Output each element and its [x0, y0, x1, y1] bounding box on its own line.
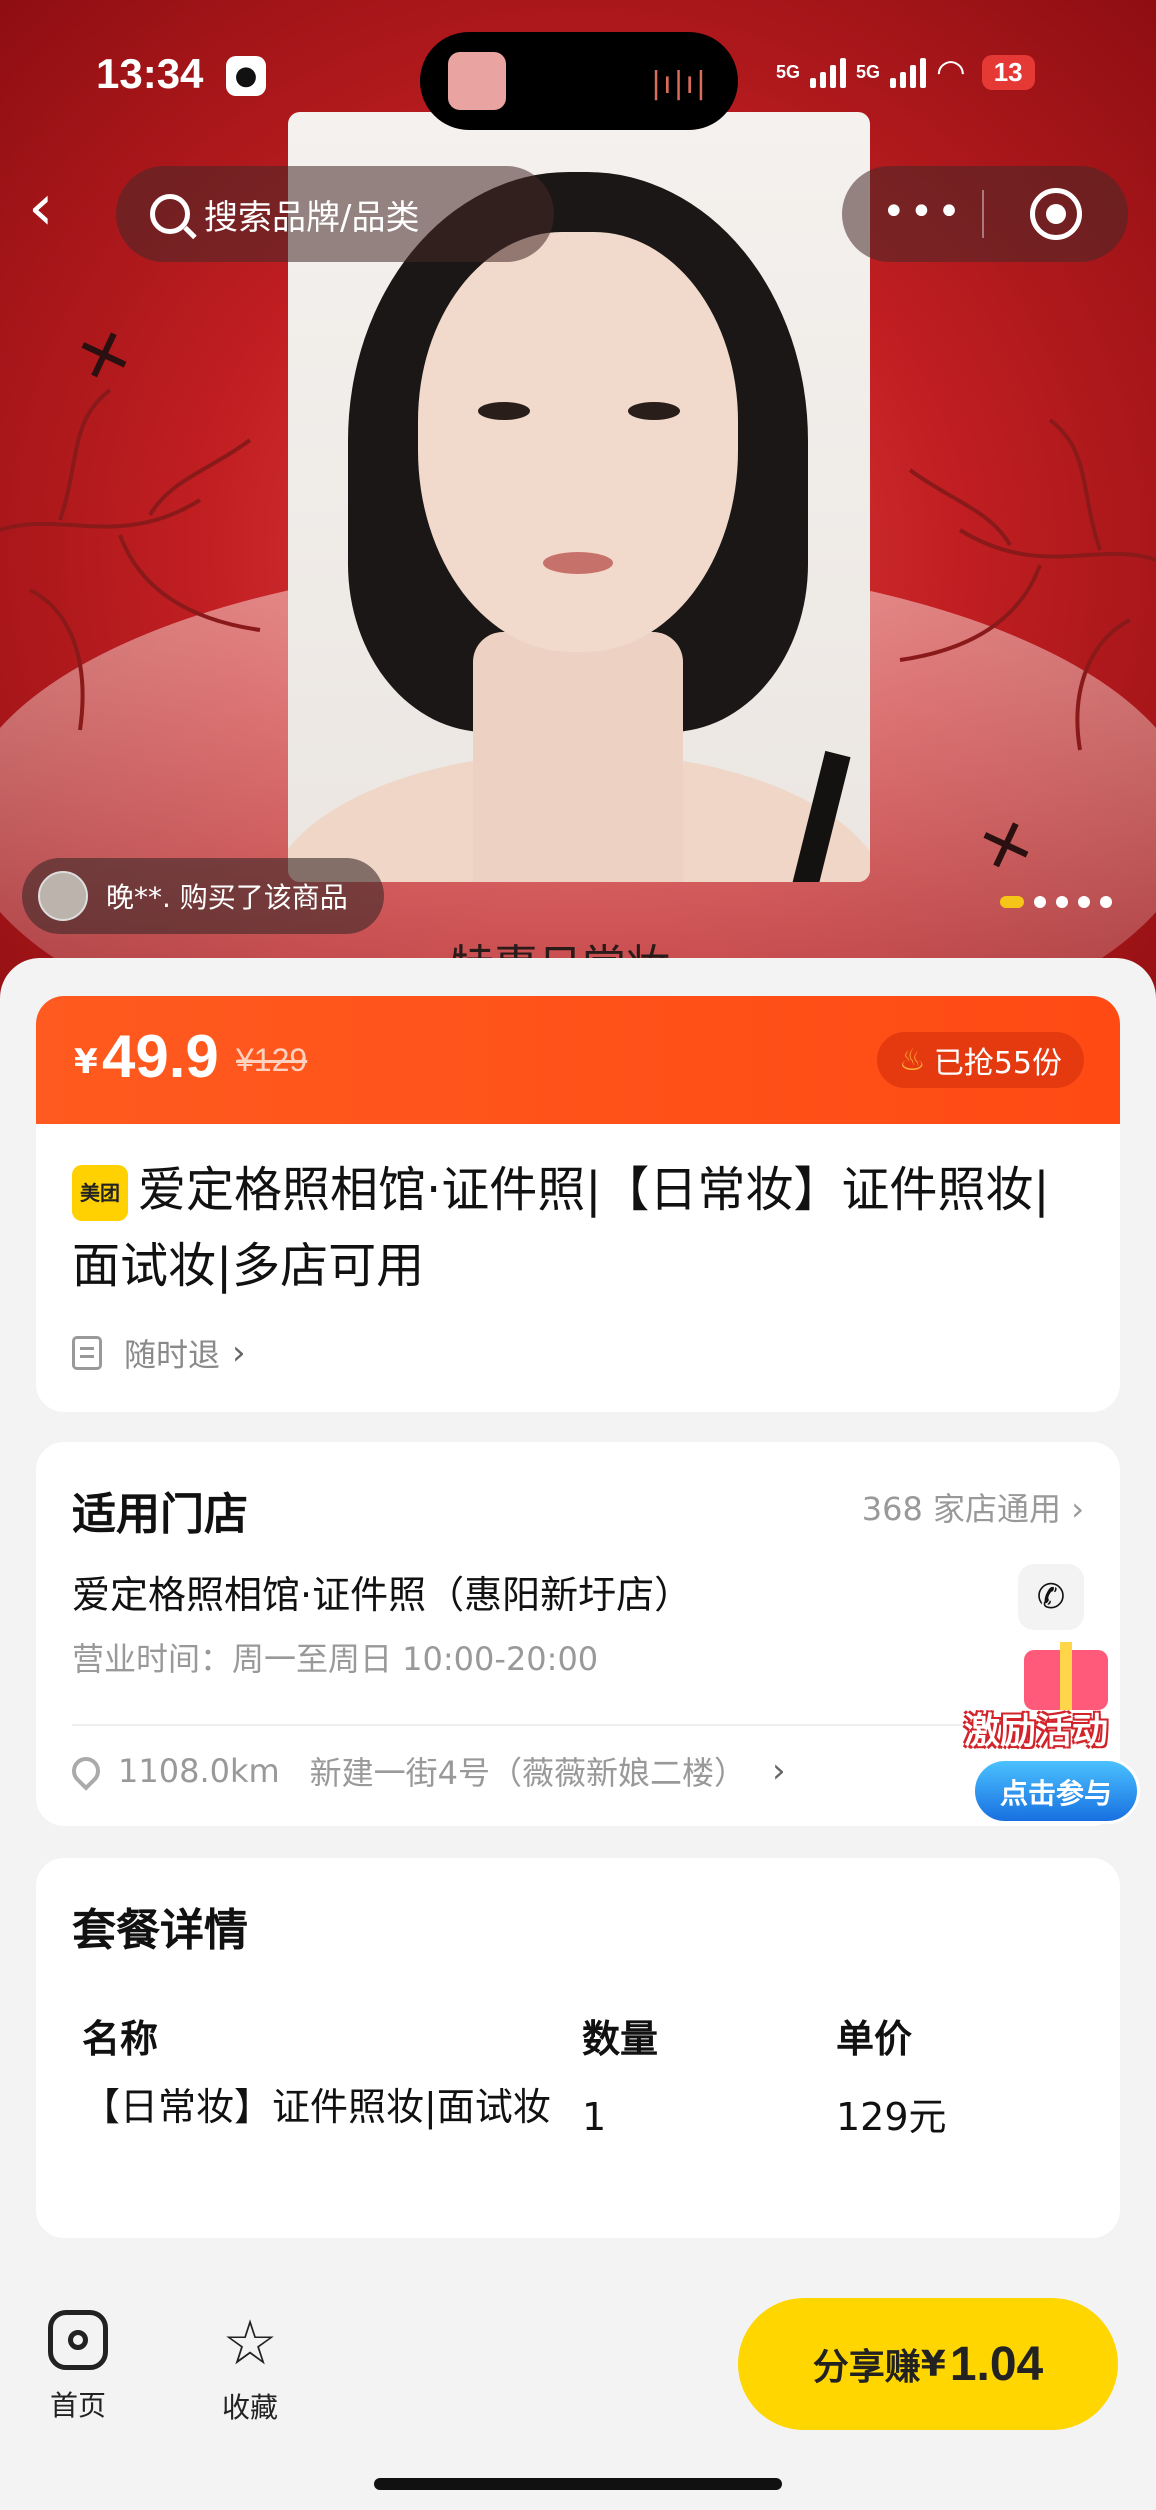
- package-item-qty: 1: [582, 2095, 607, 2139]
- promo-float-widget[interactable]: 激励活动 点击参与: [960, 1642, 1150, 1840]
- home-indicator: [374, 2478, 782, 2490]
- status-time: 13:34: [96, 50, 204, 97]
- store-name[interactable]: 爱定格照相馆·证件照（惠阳新圩店）: [72, 1564, 692, 1619]
- share-earn-button[interactable]: 分享赚 ¥ 1.04: [738, 2298, 1118, 2430]
- flame-icon: ♨: [898, 1042, 926, 1078]
- app-thumbnail-icon: [448, 52, 506, 110]
- package-card: 套餐详情 名称 数量 单价 【日常妆】证件照妆|面试妆 1 129元: [36, 1858, 1120, 2238]
- store-count-label: 368 家店通用: [861, 1490, 1062, 1528]
- chevron-right-icon: ›: [1071, 1490, 1084, 1528]
- battery-badge: 13: [981, 54, 1035, 90]
- brand-badge: 美团: [72, 1165, 128, 1221]
- column-header-name: 名称: [82, 2017, 159, 2061]
- product-title: 美团 爱定格照相馆·证件照|【日常妆】证件照妆|面试妆|多店可用: [72, 1152, 1092, 1304]
- currency-symbol: ¥: [74, 1042, 98, 1082]
- column-header-price: 单价: [836, 2017, 913, 2061]
- phone-icon: ✆: [1036, 1577, 1066, 1617]
- package-item-price: 129元: [836, 2095, 947, 2139]
- location-pin-icon: [66, 1751, 106, 1791]
- signal-bars-icon: [890, 56, 927, 88]
- share-currency: ¥: [920, 2343, 946, 2385]
- phone-button[interactable]: ✆: [1018, 1564, 1084, 1630]
- promo-join-button[interactable]: 点击参与: [972, 1758, 1140, 1824]
- miniprogram-capsule: •••: [842, 166, 1128, 262]
- plum-branch-left-decoration: [0, 388, 261, 731]
- store-section-title: 适用门店: [72, 1489, 248, 1540]
- dynamic-island: |ı|ı|: [420, 32, 738, 130]
- nav-favorite[interactable]: ☆ 收藏: [200, 2310, 300, 2426]
- store-count-link[interactable]: 368 家店通用 ›: [862, 1484, 1084, 1530]
- close-target-icon[interactable]: [1030, 188, 1082, 240]
- hero-banner[interactable]: ✕ ✕ 特惠日常妆: [0, 0, 1156, 1000]
- store-address: 新建一街4号（薇薇新娘二楼）: [309, 1754, 747, 1792]
- nav-home[interactable]: 首页: [28, 2310, 128, 2424]
- chevron-right-icon: ›: [232, 1333, 246, 1373]
- signal-bars-icon: [810, 56, 847, 88]
- current-price: 49.9: [102, 1023, 219, 1090]
- audio-wave-icon: |ı|ı|: [651, 66, 708, 101]
- gift-icon: [1024, 1642, 1108, 1710]
- wifi-icon: ◠: [936, 53, 966, 91]
- sold-count-label: 已抢55份: [933, 1046, 1062, 1081]
- package-section-title: 套餐详情: [72, 1905, 248, 1956]
- star-icon: ☆: [222, 2306, 278, 2379]
- signal-label: 5G: [776, 61, 801, 82]
- signal-label: 5G: [856, 61, 881, 82]
- qq-icon: ●: [226, 56, 266, 96]
- search-bar[interactable]: 搜索品牌/品类: [116, 166, 554, 262]
- original-price: ¥129: [236, 1042, 308, 1078]
- refund-policy-link[interactable]: 随时退 ›: [72, 1330, 246, 1376]
- store-address-link[interactable]: 1108.0km 新建一街4号（薇薇新娘二楼） ›: [66, 1748, 786, 1794]
- price-card: ¥ 49.9 ¥129 ♨ 已抢55份 美团 爱定格照相馆·证件照|【日常妆】证件…: [36, 996, 1120, 1412]
- store-hours: 营业时间：周一至周日 10:00-20:00: [72, 1640, 599, 1678]
- product-title-text: 爱定格照相馆·证件照|【日常妆】证件照妆|面试妆|多店可用: [72, 1162, 1050, 1294]
- price-bar: ¥ 49.9 ¥129 ♨ 已抢55份: [36, 996, 1120, 1124]
- plum-branch-right-decoration: [899, 418, 1156, 751]
- nav-home-label: 首页: [49, 2389, 106, 2422]
- document-icon: [72, 1336, 102, 1370]
- nav-favorite-label: 收藏: [221, 2391, 278, 2424]
- recent-buyer-notice: 晚**. 购买了该商品: [22, 858, 384, 934]
- package-item-name: 【日常妆】证件照妆|面试妆: [82, 2085, 551, 2129]
- buyer-notice-text: 晚**. 购买了该商品: [106, 881, 348, 914]
- avatar: [38, 871, 88, 921]
- share-amount: 1.04: [949, 2337, 1044, 2391]
- store-distance: 1108.0km: [118, 1752, 280, 1790]
- sold-count-badge: ♨ 已抢55份: [876, 1032, 1084, 1088]
- refund-label: 随时退: [124, 1336, 221, 1374]
- chevron-right-icon: ›: [772, 1751, 786, 1791]
- bottom-action-bar: 首页 ☆ 收藏 分享赚 ¥ 1.04: [0, 2268, 1156, 2510]
- chevron-left-icon: ‹: [28, 171, 54, 245]
- more-icon[interactable]: •••: [882, 192, 965, 232]
- search-icon: [150, 194, 190, 234]
- store-card: 适用门店 368 家店通用 › 爱定格照相馆·证件照（惠阳新圩店） 营业时间：周…: [36, 1442, 1120, 1826]
- back-button[interactable]: ‹: [28, 176, 84, 248]
- promo-title: 激励活动: [964, 1711, 1109, 1752]
- home-icon: [48, 2310, 108, 2370]
- carousel-indicator: [1000, 896, 1112, 908]
- status-indicators: 5G 5G ◠ 13: [776, 52, 1035, 92]
- share-label: 分享赚: [812, 2347, 921, 2388]
- column-header-qty: 数量: [582, 2017, 659, 2061]
- search-placeholder: 搜索品牌/品类: [204, 197, 420, 238]
